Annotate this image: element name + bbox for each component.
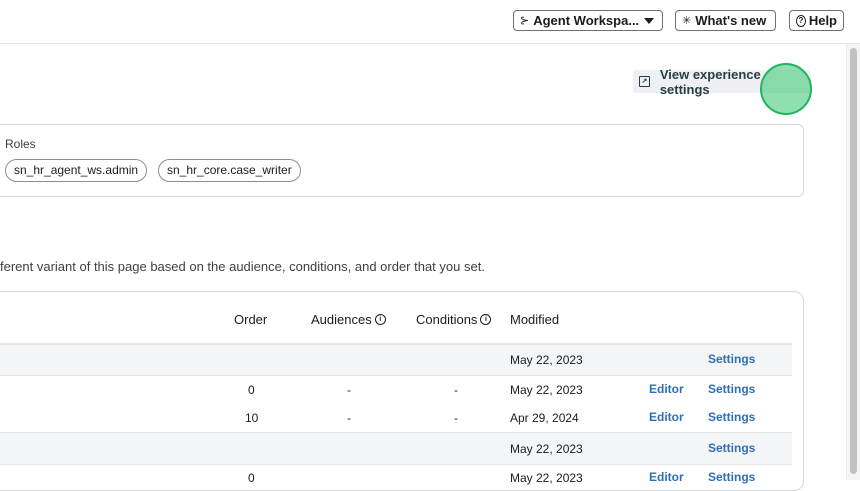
modified-cell: May 22, 2023 bbox=[510, 353, 583, 367]
scrollbar-thumb[interactable] bbox=[850, 48, 857, 474]
table-group-row bbox=[0, 344, 792, 376]
column-header-label: Conditions bbox=[416, 312, 478, 327]
order-cell: 0 bbox=[248, 383, 255, 397]
audiences-cell: - bbox=[347, 411, 351, 425]
column-header-label: Modified bbox=[510, 312, 560, 327]
modified-cell: May 22, 2023 bbox=[510, 383, 583, 397]
whats-new-label: What's new bbox=[695, 13, 767, 28]
settings-link[interactable]: Settings bbox=[708, 441, 755, 455]
info-icon[interactable]: i bbox=[374, 314, 386, 325]
column-header-conditions[interactable]: Conditions i bbox=[416, 312, 492, 327]
column-header-label: Order bbox=[234, 312, 268, 327]
click-indicator bbox=[760, 63, 812, 115]
chevron-down-icon bbox=[644, 17, 655, 24]
help-label: Help bbox=[808, 13, 837, 28]
whats-new-button[interactable]: ✳ What's new bbox=[675, 10, 776, 31]
open-external-icon: ↗ bbox=[639, 76, 650, 87]
workspace-tree-icon: ⊱ bbox=[520, 15, 530, 27]
variants-description: ferent variant of this page based on the… bbox=[0, 259, 485, 274]
settings-link[interactable]: Settings bbox=[708, 382, 755, 396]
settings-link[interactable]: Settings bbox=[708, 410, 755, 424]
modified-cell: Apr 29, 2024 bbox=[510, 411, 579, 425]
modified-cell: May 22, 2023 bbox=[510, 471, 583, 485]
info-icon[interactable]: i bbox=[480, 314, 492, 325]
column-header-label: Audiences bbox=[311, 312, 372, 327]
workspace-label: Agent Workspa... bbox=[533, 13, 640, 28]
role-pill[interactable]: sn_hr_core.case_writer bbox=[158, 159, 301, 182]
editor-link[interactable]: Editor bbox=[649, 382, 684, 396]
table-group-row bbox=[0, 432, 792, 465]
settings-link[interactable]: Settings bbox=[708, 470, 755, 484]
conditions-cell: - bbox=[454, 383, 458, 397]
audiences-cell: - bbox=[347, 383, 351, 397]
help-icon: ? bbox=[796, 14, 806, 27]
roles-label: Roles bbox=[5, 137, 36, 151]
settings-link[interactable]: Settings bbox=[708, 352, 755, 366]
role-pill[interactable]: sn_hr_agent_ws.admin bbox=[5, 159, 148, 182]
column-header-audiences[interactable]: Audiences i bbox=[311, 312, 386, 327]
editor-link[interactable]: Editor bbox=[649, 410, 684, 424]
page-scrollbar[interactable] bbox=[846, 44, 860, 480]
workspace-selector[interactable]: ⊱ Agent Workspa... bbox=[513, 10, 663, 31]
modified-cell: May 22, 2023 bbox=[510, 442, 583, 456]
sparkle-icon: ✳ bbox=[682, 15, 692, 27]
order-cell: 0 bbox=[248, 471, 255, 485]
column-header-order[interactable]: Order bbox=[234, 312, 267, 327]
editor-link[interactable]: Editor bbox=[649, 470, 684, 484]
order-cell: 10 bbox=[245, 411, 259, 425]
top-bar: ⊱ Agent Workspa... ✳ What's new ? Help bbox=[0, 0, 860, 44]
column-header-modified[interactable]: Modified bbox=[510, 312, 559, 327]
conditions-cell: - bbox=[454, 411, 458, 425]
help-button[interactable]: ? Help bbox=[789, 10, 844, 31]
